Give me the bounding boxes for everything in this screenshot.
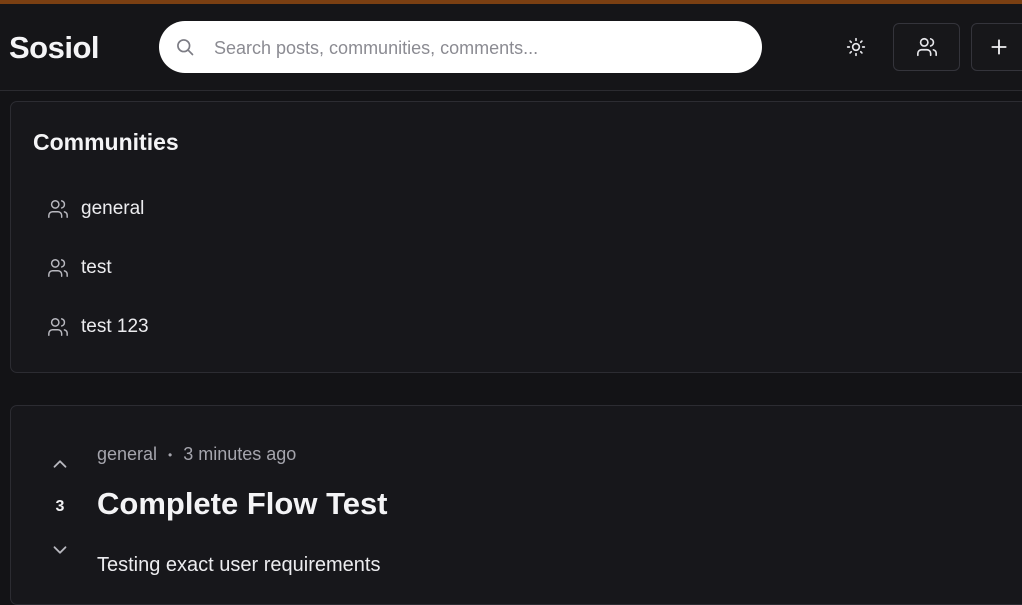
communities-heading: Communities	[33, 129, 179, 155]
chevron-down-icon	[53, 546, 67, 554]
post-community-link[interactable]: general	[97, 444, 157, 465]
sun-icon	[846, 37, 866, 57]
post-timestamp: 3 minutes ago	[183, 444, 297, 464]
search-input[interactable]	[212, 21, 736, 75]
users-icon	[48, 200, 68, 218]
users-icon	[916, 37, 937, 57]
community-label: general	[81, 198, 145, 219]
search-icon	[177, 39, 194, 56]
post-body: Testing exact user requirements	[97, 554, 381, 576]
top-navbar: Sosiol	[0, 4, 1022, 91]
users-icon	[48, 259, 68, 277]
theme-toggle-button[interactable]	[836, 27, 876, 67]
post-card[interactable]: 3 general • 3 minutes ago Complete Flow …	[10, 405, 1022, 605]
search-bar[interactable]	[159, 21, 762, 75]
communities-button[interactable]	[893, 23, 960, 71]
post-meta: general • 3 minutes ago	[97, 444, 296, 465]
community-item-test[interactable]: test	[47, 251, 112, 285]
community-item-test-123[interactable]: test 123	[47, 310, 149, 344]
site-logo[interactable]: Sosiol	[9, 30, 100, 66]
community-label: test	[81, 257, 112, 278]
communities-card: Communities general test test 123	[10, 101, 1022, 373]
chevron-up-icon	[53, 460, 67, 468]
upvote-button[interactable]	[49, 453, 71, 475]
post-title[interactable]: Complete Flow Test	[97, 486, 388, 522]
users-icon	[48, 318, 68, 336]
community-label: test 123	[81, 316, 149, 337]
downvote-button[interactable]	[49, 539, 71, 561]
meta-separator: •	[168, 447, 173, 462]
plus-icon	[991, 39, 1007, 55]
create-post-button[interactable]	[971, 23, 1022, 71]
vote-count: 3	[55, 498, 65, 515]
community-item-general[interactable]: general	[47, 192, 144, 226]
